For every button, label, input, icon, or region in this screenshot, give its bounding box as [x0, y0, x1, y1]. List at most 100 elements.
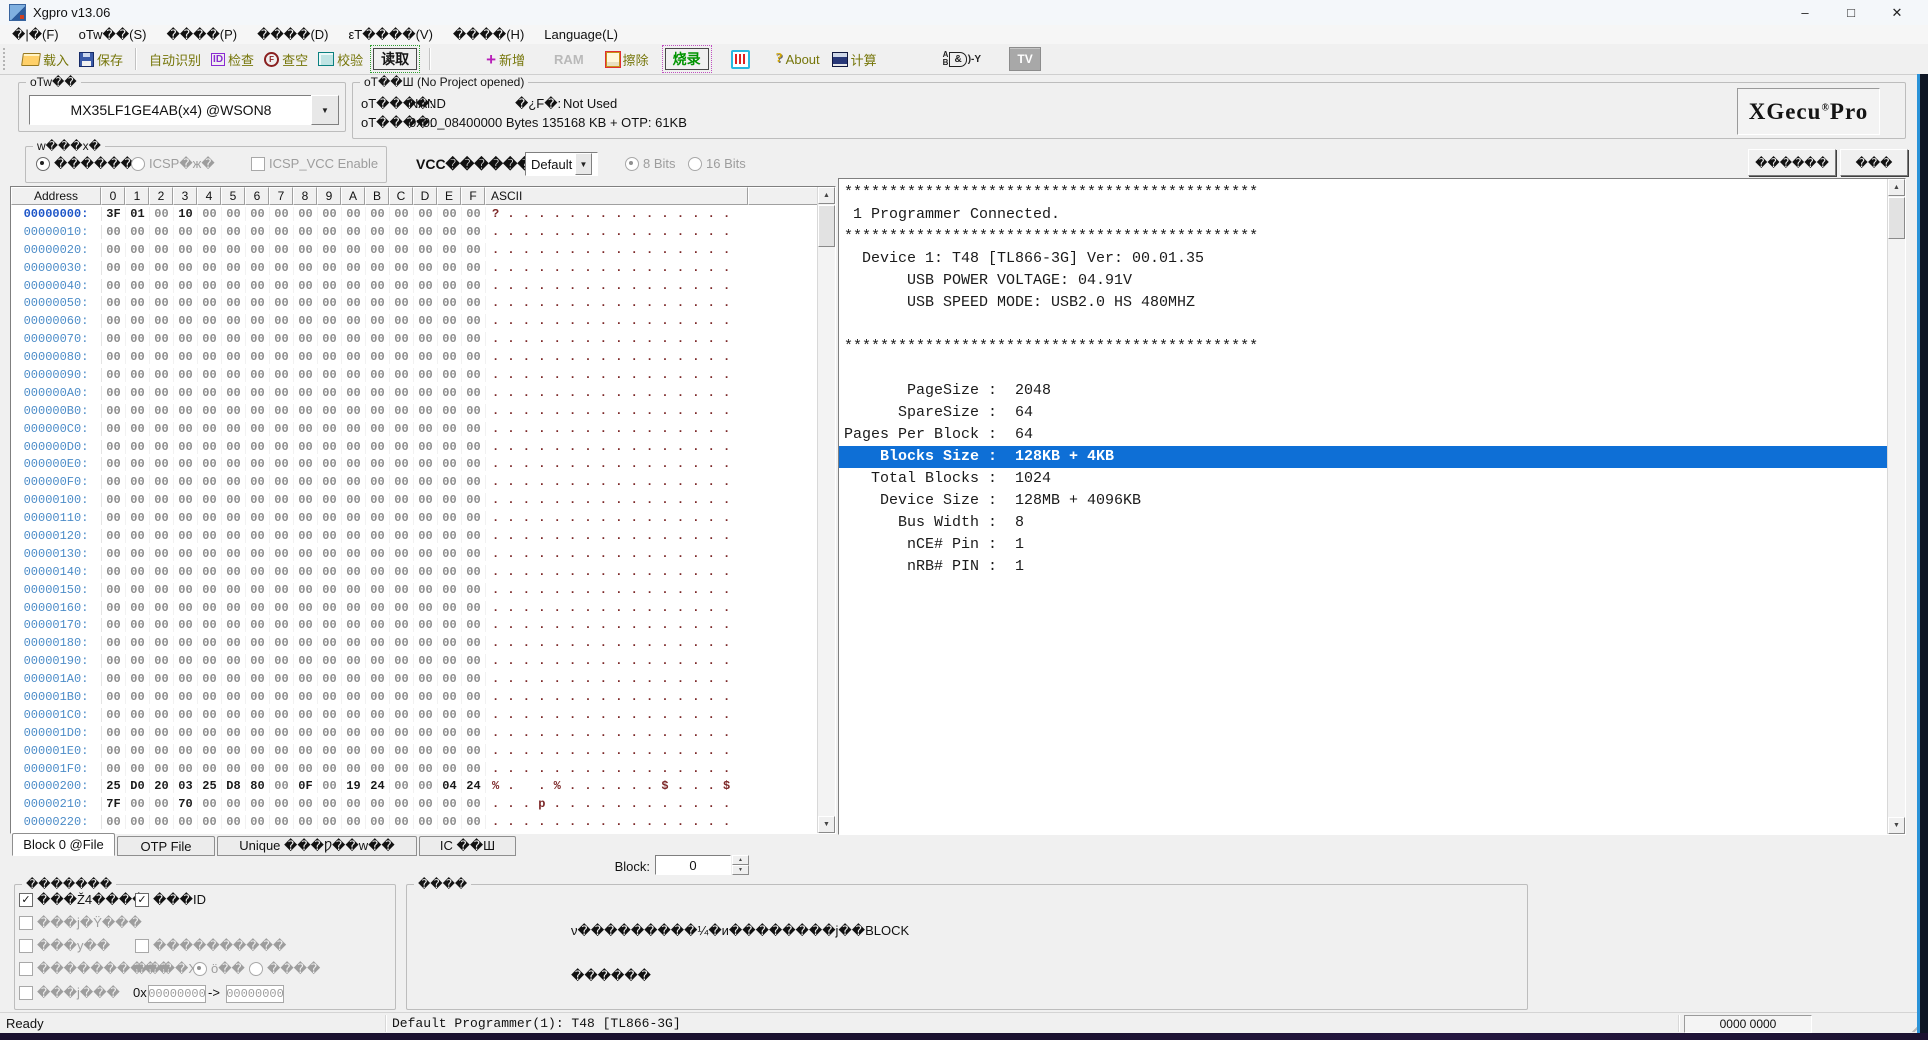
hex-byte-cell[interactable]: 00 [246, 601, 270, 615]
hex-byte-cell[interactable]: 00 [414, 565, 438, 579]
hex-byte-cell[interactable]: 00 [390, 261, 414, 275]
hex-byte-cell[interactable]: 00 [150, 815, 174, 829]
hex-byte-cell[interactable]: 00 [438, 314, 462, 328]
hex-byte-cell[interactable]: 00 [246, 368, 270, 382]
device-select[interactable]: MX35LF1GE4AB(x4) @WSON8 [29, 95, 313, 125]
hex-byte-cell[interactable]: 00 [342, 404, 366, 418]
hex-byte-cell[interactable]: 00 [198, 493, 222, 507]
hex-byte-cell[interactable]: 00 [294, 797, 318, 811]
hex-byte-cell[interactable]: 00 [294, 404, 318, 418]
hex-byte-cell[interactable]: 00 [462, 386, 486, 400]
hex-byte-cell[interactable]: 00 [198, 511, 222, 525]
hex-byte-cell[interactable]: 00 [126, 457, 150, 471]
hex-byte-cell[interactable]: 00 [198, 386, 222, 400]
hex-byte-cell[interactable]: 00 [366, 225, 390, 239]
hex-byte-cell[interactable]: 00 [414, 636, 438, 650]
hex-byte-cell[interactable]: 00 [366, 386, 390, 400]
hex-byte-cell[interactable]: 00 [294, 529, 318, 543]
scroll-down-icon[interactable]: ▼ [1888, 817, 1905, 834]
hex-byte-cell[interactable]: 00 [222, 296, 246, 310]
hex-byte-cell[interactable]: 00 [150, 457, 174, 471]
hex-byte-cell[interactable]: 00 [318, 207, 342, 221]
hex-byte-cell[interactable]: 00 [174, 618, 198, 632]
hex-byte-cell[interactable]: 00 [462, 583, 486, 597]
hex-byte-cell[interactable]: 00 [390, 797, 414, 811]
hex-byte-cell[interactable]: 00 [150, 296, 174, 310]
hex-byte-cell[interactable]: 00 [246, 207, 270, 221]
hex-byte-cell[interactable]: 00 [390, 404, 414, 418]
hex-byte-cell[interactable]: 00 [366, 296, 390, 310]
hex-byte-cell[interactable]: 00 [414, 493, 438, 507]
hex-byte-cell[interactable]: 00 [438, 422, 462, 436]
hex-byte-cell[interactable]: 00 [318, 762, 342, 776]
hex-byte-cell[interactable]: 00 [174, 529, 198, 543]
hex-byte-cell[interactable]: 00 [438, 493, 462, 507]
hex-byte-cell[interactable]: 00 [102, 672, 126, 686]
hex-byte-cell[interactable]: 00 [366, 654, 390, 668]
tab-otp-file[interactable]: OTP File [117, 836, 215, 856]
hex-byte-cell[interactable]: 00 [390, 386, 414, 400]
hex-byte-cell[interactable]: 00 [318, 350, 342, 364]
hex-byte-cell[interactable]: 00 [390, 618, 414, 632]
hex-byte-cell[interactable]: 00 [318, 511, 342, 525]
hex-byte-cell[interactable]: 00 [150, 601, 174, 615]
hex-byte-cell[interactable]: 00 [318, 529, 342, 543]
hex-byte-cell[interactable]: 00 [270, 493, 294, 507]
hex-byte-cell[interactable]: 00 [174, 475, 198, 489]
log-line[interactable]: PageSize : 2048 [844, 380, 1888, 402]
hex-byte-cell[interactable]: 00 [150, 529, 174, 543]
hex-byte-cell[interactable]: 00 [270, 815, 294, 829]
hex-byte-cell[interactable]: 80 [246, 779, 270, 793]
hex-byte-cell[interactable]: 00 [366, 457, 390, 471]
opt-check-id[interactable]: ✓���ID [135, 892, 206, 908]
hex-byte-cell[interactable]: 00 [390, 815, 414, 829]
hex-byte-cell[interactable]: 00 [150, 386, 174, 400]
hex-byte-cell[interactable]: 00 [246, 654, 270, 668]
hex-byte-cell[interactable]: 00 [414, 350, 438, 364]
menu-language[interactable]: Language(L) [534, 27, 628, 42]
hex-byte-cell[interactable]: 00 [414, 529, 438, 543]
hex-byte-cell[interactable]: 00 [414, 583, 438, 597]
hex-byte-cell[interactable]: 00 [414, 726, 438, 740]
hex-byte-cell[interactable]: 00 [222, 207, 246, 221]
hex-byte-cell[interactable]: 00 [222, 279, 246, 293]
log-line[interactable]: nCE# Pin : 1 [844, 534, 1888, 556]
hex-byte-cell[interactable]: 00 [174, 457, 198, 471]
hex-byte-cell[interactable]: 00 [438, 225, 462, 239]
hex-byte-cell[interactable]: 00 [126, 583, 150, 597]
hex-byte-cell[interactable]: 00 [126, 261, 150, 275]
minimize-button[interactable]: – [1782, 0, 1828, 25]
hex-byte-cell[interactable]: 00 [102, 404, 126, 418]
log-line[interactable]: USB POWER VOLTAGE: 04.91V [844, 270, 1888, 292]
hex-byte-cell[interactable]: 00 [342, 636, 366, 650]
hex-byte-cell[interactable]: 00 [318, 797, 342, 811]
hex-byte-cell[interactable]: 00 [294, 457, 318, 471]
toolbar-add-new-button[interactable]: +新增 [486, 50, 525, 69]
hex-byte-cell[interactable]: 00 [438, 762, 462, 776]
hex-byte-cell[interactable]: 00 [246, 744, 270, 758]
hex-byte-cell[interactable]: 00 [126, 762, 150, 776]
hex-byte-cell[interactable]: 00 [366, 547, 390, 561]
hex-byte-cell[interactable]: 19 [342, 779, 366, 793]
16-bits-radio[interactable]: 16 Bits [688, 156, 746, 171]
hex-byte-cell[interactable]: 00 [390, 296, 414, 310]
hex-byte-cell[interactable]: 00 [246, 547, 270, 561]
hex-byte-cell[interactable]: 00 [150, 797, 174, 811]
hex-byte-cell[interactable]: 00 [246, 815, 270, 829]
hex-byte-cell[interactable]: 00 [198, 797, 222, 811]
hex-byte-cell[interactable]: 00 [462, 565, 486, 579]
hex-byte-cell[interactable]: 00 [462, 511, 486, 525]
hex-byte-cell[interactable]: 00 [126, 350, 150, 364]
hex-byte-cell[interactable]: 00 [318, 618, 342, 632]
hex-byte-cell[interactable]: 00 [174, 636, 198, 650]
menu-file[interactable]: �|�(F) [2, 27, 69, 43]
hex-byte-cell[interactable]: 00 [222, 225, 246, 239]
hex-byte-cell[interactable]: 00 [366, 422, 390, 436]
hex-byte-cell[interactable]: 00 [318, 672, 342, 686]
hex-byte-cell[interactable]: 00 [126, 565, 150, 579]
hex-byte-cell[interactable]: 00 [342, 565, 366, 579]
hex-byte-cell[interactable]: 00 [174, 762, 198, 776]
hex-byte-cell[interactable]: 00 [318, 654, 342, 668]
hex-byte-cell[interactable]: 00 [342, 243, 366, 257]
hex-byte-cell[interactable]: 00 [342, 618, 366, 632]
